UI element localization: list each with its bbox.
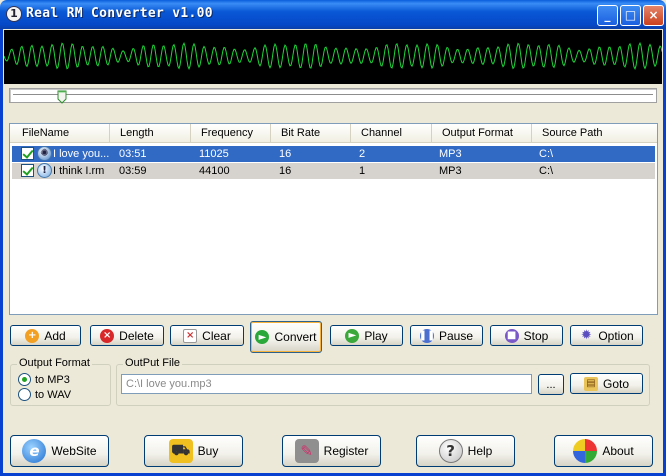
- register-key-icon: ✎: [294, 439, 319, 463]
- list-header: FileName Length Frequency Bit Rate Chann…: [10, 124, 657, 143]
- cell-output-format: MP3: [439, 148, 462, 160]
- convert-button[interactable]: ► Convert: [250, 321, 322, 353]
- pause-icon: ❚❚: [418, 328, 436, 343]
- stop-icon: ■: [504, 328, 519, 343]
- row-checkbox[interactable]: [21, 147, 34, 160]
- goto-button[interactable]: ▤ Goto: [570, 373, 643, 394]
- col-bit-rate[interactable]: Bit Rate: [271, 124, 351, 143]
- stop-button[interactable]: ■ Stop: [490, 325, 563, 346]
- output-format-group: Output Format to MP3 to WAV: [10, 357, 111, 406]
- buy-button[interactable]: ⛟ Buy: [144, 435, 243, 467]
- cell-filename: I love you...: [53, 148, 110, 160]
- info-disc-icon: !: [37, 163, 52, 178]
- cell-frequency: 44100: [199, 165, 230, 177]
- radio-indicator[interactable]: [18, 373, 31, 386]
- cell-filename: I think I.rm: [53, 165, 105, 177]
- col-filename[interactable]: FileName: [10, 124, 110, 143]
- cell-bit-rate: 16: [279, 148, 292, 160]
- audio-disc-icon: ✺: [37, 146, 52, 161]
- waveform-graph: [3, 41, 663, 71]
- delete-button[interactable]: × Delete: [90, 325, 164, 346]
- add-button[interactable]: + Add: [10, 325, 81, 346]
- maximize-button[interactable]: □: [620, 5, 641, 26]
- col-output-format[interactable]: Output Format: [432, 124, 532, 143]
- browse-button[interactable]: ...: [538, 374, 564, 395]
- about-button[interactable]: About: [554, 435, 653, 467]
- cell-bit-rate: 16: [279, 165, 292, 177]
- cell-frequency: 11025: [199, 148, 229, 160]
- table-row[interactable]: ✺ I love you... 03:51 11025 16 2 MP3 C:\: [12, 146, 655, 162]
- cell-length: 03:51: [119, 148, 147, 160]
- internet-explorer-icon: e: [22, 439, 47, 463]
- folder-icon: ▤: [583, 376, 598, 391]
- file-list[interactable]: FileName Length Frequency Bit Rate Chann…: [9, 123, 658, 315]
- clear-button[interactable]: × Clear: [170, 325, 244, 346]
- cell-length: 03:59: [119, 165, 147, 177]
- cell-channel: 1: [359, 165, 366, 177]
- row-checkbox[interactable]: [21, 164, 34, 177]
- app-icon: 1: [6, 6, 22, 22]
- register-button[interactable]: ✎ Register: [282, 435, 381, 467]
- cell-source-path: C:\: [539, 148, 554, 160]
- option-button[interactable]: ✹ Option: [570, 325, 643, 346]
- col-channel[interactable]: Channel: [351, 124, 432, 143]
- shopping-cart-icon: ⛟: [168, 439, 193, 463]
- table-row[interactable]: ! I think I.rm 03:59 44100 16 1 MP3 C:\: [12, 163, 655, 179]
- help-button[interactable]: ? Help: [416, 435, 515, 467]
- col-source-path[interactable]: Source Path: [532, 124, 657, 143]
- output-file-label: OutPut File: [123, 357, 183, 369]
- radio-to-wav[interactable]: to WAV: [18, 388, 71, 401]
- radio-indicator[interactable]: [18, 388, 31, 401]
- title-bar[interactable]: 1 Real RM Converter v1.00 _ □ ×: [0, 0, 666, 29]
- convert-arrow-icon: ►: [255, 330, 270, 344]
- output-file-group: OutPut File C:\I love you.mp3 ... ▤ Goto: [116, 357, 650, 406]
- play-icon: ►: [345, 328, 360, 343]
- minimize-button[interactable]: _: [597, 5, 618, 26]
- cell-source-path: C:\: [539, 165, 554, 177]
- website-button[interactable]: e WebSite: [10, 435, 109, 467]
- waveform-display: [3, 30, 663, 84]
- output-path-field[interactable]: C:\I love you.mp3: [121, 374, 532, 394]
- cell-channel: 2: [359, 148, 366, 160]
- output-format-label: Output Format: [17, 357, 92, 369]
- about-info-icon: [573, 439, 598, 463]
- col-length[interactable]: Length: [110, 124, 191, 143]
- gear-icon: ✹: [580, 328, 592, 343]
- close-button[interactable]: ×: [643, 5, 664, 26]
- col-frequency[interactable]: Frequency: [191, 124, 271, 143]
- radio-to-mp3[interactable]: to MP3: [18, 373, 70, 386]
- cell-output-format: MP3: [439, 165, 462, 177]
- pause-button[interactable]: ❚❚ Pause: [410, 325, 483, 346]
- clear-list-icon: ×: [183, 328, 198, 343]
- play-button[interactable]: ► Play: [330, 325, 403, 346]
- slider-groove: [13, 94, 653, 97]
- help-question-icon: ?: [438, 439, 463, 463]
- seek-slider[interactable]: [9, 88, 657, 104]
- delete-x-icon: ×: [100, 328, 115, 343]
- slider-thumb[interactable]: [57, 90, 67, 104]
- plus-icon: +: [25, 328, 40, 343]
- window-title: Real RM Converter v1.00: [26, 6, 213, 21]
